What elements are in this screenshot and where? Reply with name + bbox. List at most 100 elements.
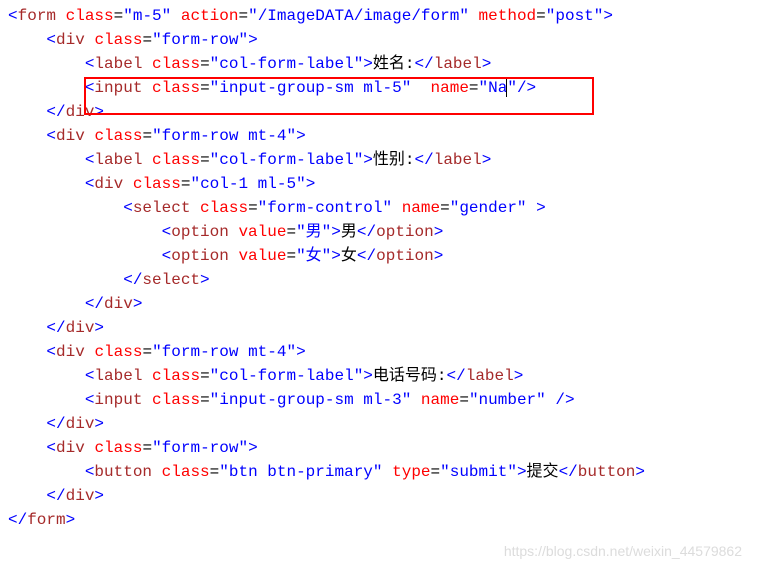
token-tag: form — [27, 511, 65, 529]
token-tag: div — [56, 31, 85, 49]
token-str: "col-form-label" — [210, 151, 364, 169]
token-brkt: > — [482, 55, 492, 73]
token-brkt: /> — [555, 391, 574, 409]
token-tag: div — [56, 343, 85, 361]
token-attr: class — [152, 151, 200, 169]
token-brkt: > — [248, 31, 258, 49]
token-brkt: > — [514, 367, 524, 385]
code-line[interactable]: <label class="col-form-label">电话号码:</lab… — [8, 364, 754, 388]
token-eq: = — [114, 7, 124, 25]
token-brkt: < — [85, 367, 95, 385]
token-brkt: /> — [517, 79, 536, 97]
token-txt — [142, 367, 152, 385]
token-str: "col-form-label" — [210, 55, 364, 73]
token-str: "col-form-label" — [210, 367, 364, 385]
code-line[interactable]: <div class="form-row"> — [8, 436, 754, 460]
token-str: " — [507, 79, 517, 97]
token-txt — [85, 439, 95, 457]
token-brkt: </ — [46, 103, 65, 121]
token-str: "form-control" — [258, 199, 392, 217]
token-attr: class — [94, 31, 142, 49]
code-line[interactable]: <option value="女">女</option> — [8, 244, 754, 268]
token-attr: class — [94, 439, 142, 457]
token-brkt: </ — [123, 271, 142, 289]
token-brkt: > — [94, 487, 104, 505]
token-eq: = — [142, 31, 152, 49]
code-line[interactable]: </form> — [8, 508, 754, 532]
token-txt: 性别: — [373, 151, 415, 169]
token-eq: = — [286, 223, 296, 241]
token-tag: div — [66, 319, 95, 337]
token-attr: class — [94, 343, 142, 361]
token-str: "男" — [296, 223, 331, 241]
token-brkt: > — [482, 151, 492, 169]
token-brkt: </ — [415, 151, 434, 169]
code-line[interactable]: <input class="input-group-sm ml-3" name=… — [8, 388, 754, 412]
token-attr: class — [200, 199, 248, 217]
token-tag: option — [171, 247, 229, 265]
token-brkt: < — [162, 223, 172, 241]
token-tag: form — [18, 7, 56, 25]
token-tag: div — [66, 103, 95, 121]
code-line[interactable]: </div> — [8, 100, 754, 124]
code-line[interactable]: <button class="btn btn-primary" type="su… — [8, 460, 754, 484]
token-txt — [142, 55, 152, 73]
code-line[interactable]: <label class="col-form-label">性别:</label… — [8, 148, 754, 172]
token-txt — [546, 391, 556, 409]
token-tag: div — [66, 415, 95, 433]
code-line[interactable]: <div class="form-row mt-4"> — [8, 340, 754, 364]
code-line[interactable]: </div> — [8, 412, 754, 436]
code-line[interactable]: <input class="input-group-sm ml-5" name=… — [8, 76, 754, 100]
token-brkt: </ — [46, 415, 65, 433]
code-line[interactable]: <div class="col-1 ml-5"> — [8, 172, 754, 196]
token-eq: = — [200, 151, 210, 169]
token-tag: div — [94, 175, 123, 193]
code-line[interactable]: </div> — [8, 316, 754, 340]
token-txt: 男 — [341, 223, 357, 241]
code-line[interactable]: </div> — [8, 484, 754, 508]
token-brkt: > — [363, 367, 373, 385]
code-line[interactable]: <form class="m-5" action="/ImageDATA/ima… — [8, 4, 754, 28]
token-str: "input-group-sm ml-3" — [210, 391, 412, 409]
code-line[interactable]: </div> — [8, 292, 754, 316]
token-attr: action — [181, 7, 239, 25]
token-str: "form-row" — [152, 31, 248, 49]
token-tag: input — [94, 391, 142, 409]
token-tag: div — [56, 127, 85, 145]
token-eq: = — [536, 7, 546, 25]
token-attr: name — [431, 79, 469, 97]
token-brkt: > — [306, 175, 316, 193]
token-str: "col-1 ml-5" — [190, 175, 305, 193]
token-attr: class — [162, 463, 210, 481]
token-txt — [229, 223, 239, 241]
token-brkt: < — [123, 199, 133, 217]
token-eq: = — [142, 343, 152, 361]
token-brkt: < — [85, 55, 95, 73]
token-attr: name — [421, 391, 459, 409]
token-txt — [411, 79, 430, 97]
token-txt — [171, 7, 181, 25]
token-brkt: > — [434, 247, 444, 265]
token-brkt: </ — [357, 223, 376, 241]
code-block[interactable]: <form class="m-5" action="/ImageDATA/ima… — [0, 0, 762, 536]
token-str: "form-row" — [152, 439, 248, 457]
code-line[interactable]: <option value="男">男</option> — [8, 220, 754, 244]
token-tag: label — [94, 367, 142, 385]
token-attr: class — [66, 7, 114, 25]
code-line[interactable]: </select> — [8, 268, 754, 292]
token-brkt: < — [46, 439, 56, 457]
token-brkt: > — [434, 223, 444, 241]
token-txt — [85, 343, 95, 361]
token-brkt: > — [363, 151, 373, 169]
code-line[interactable]: <div class="form-row"> — [8, 28, 754, 52]
token-brkt: > — [200, 271, 210, 289]
token-brkt: > — [536, 199, 546, 217]
code-line[interactable]: <div class="form-row mt-4"> — [8, 124, 754, 148]
code-line[interactable]: <label class="col-form-label">姓名:</label… — [8, 52, 754, 76]
token-brkt: < — [85, 391, 95, 409]
token-eq: = — [431, 463, 441, 481]
token-eq: = — [142, 439, 152, 457]
token-brkt: </ — [46, 487, 65, 505]
code-line[interactable]: <select class="form-control" name="gende… — [8, 196, 754, 220]
token-brkt: </ — [46, 319, 65, 337]
